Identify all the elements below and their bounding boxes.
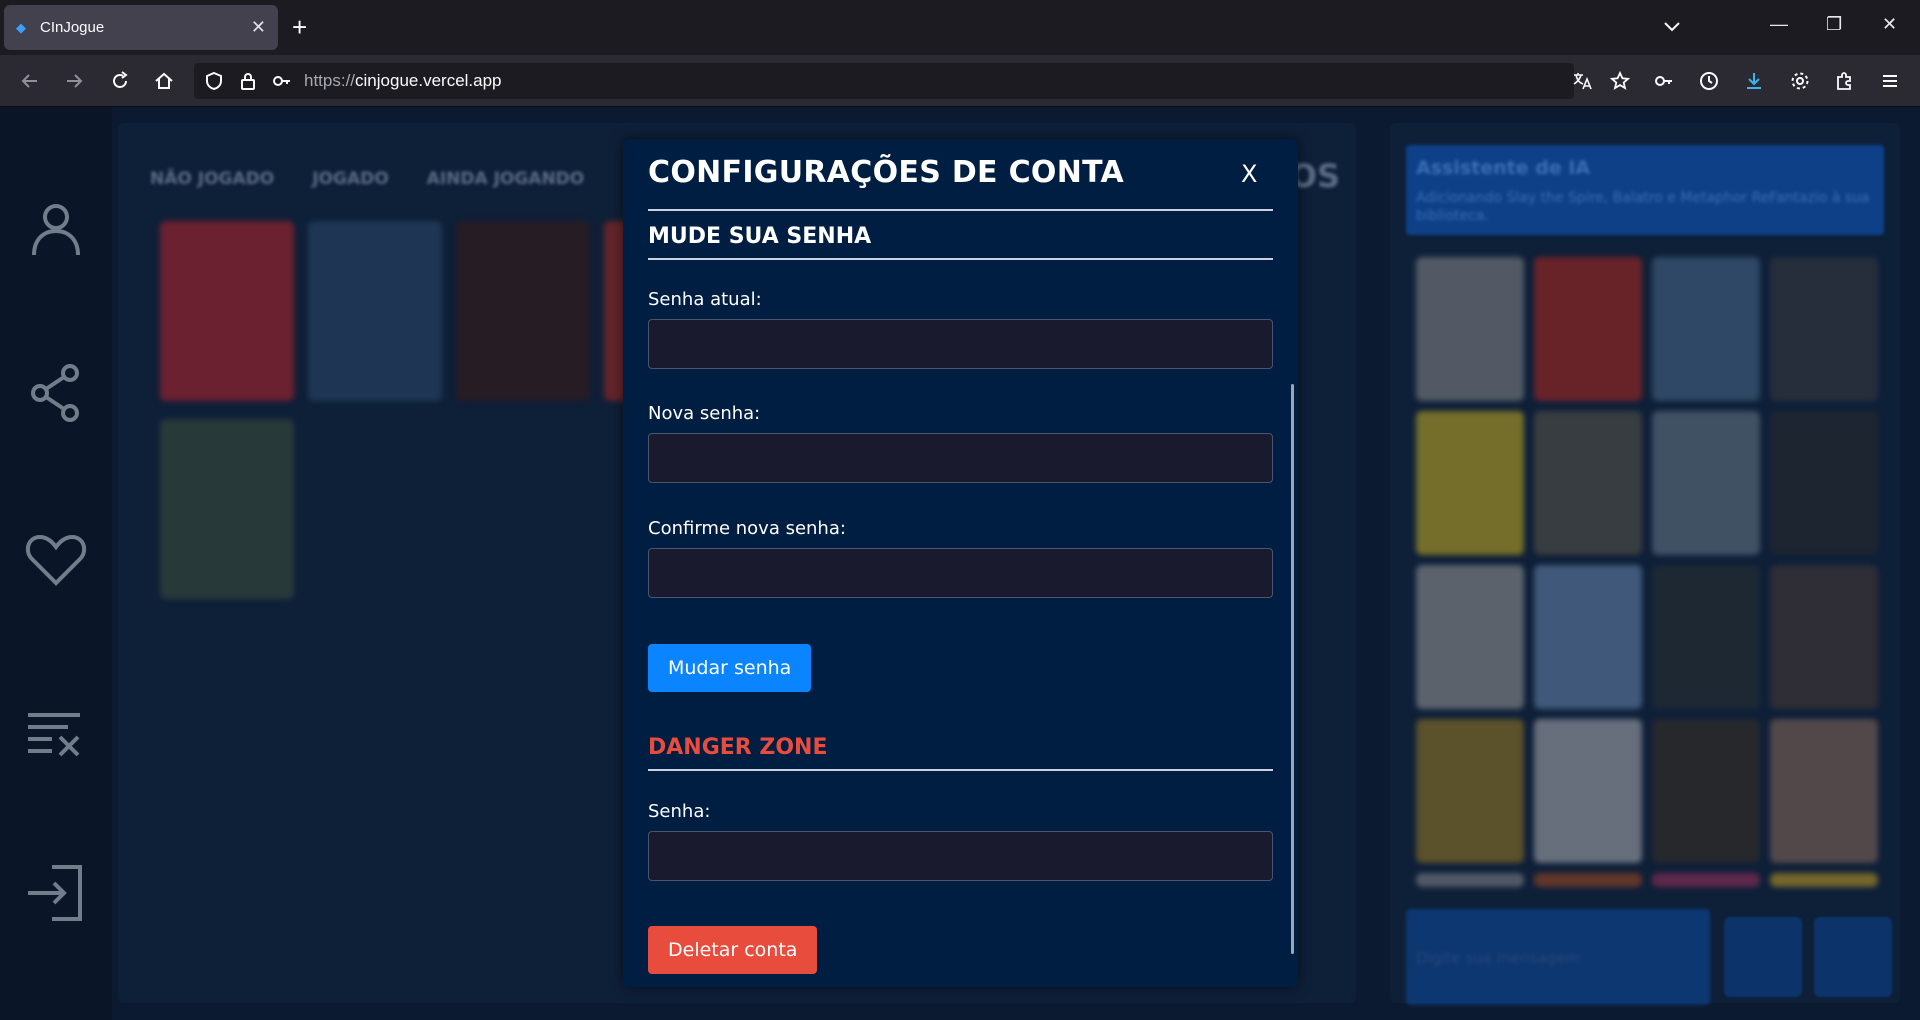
account-settings-modal: CONFIGURAÇÕES DE CONTA X MUDE SUA SENHA …: [623, 139, 1298, 987]
assistant-title: Assistente de IA: [1416, 157, 1591, 179]
restore-window-icon[interactable]: ❐: [1826, 14, 1842, 35]
site-favicon-icon: ◆: [16, 19, 26, 35]
tab-title: CInJogue: [40, 19, 105, 36]
browser-tabbar: ◆ CInJogue ✕ + — ❐ ✕: [0, 0, 1920, 55]
forward-arrow-icon[interactable]: [60, 67, 88, 95]
microphone-button[interactable]: [1814, 917, 1892, 997]
current-password-label: Senha atual:: [648, 289, 762, 310]
clear-list-icon[interactable]: [22, 697, 90, 765]
modal-close-button[interactable]: X: [1241, 160, 1257, 188]
tab-list-chevron-icon[interactable]: [1662, 16, 1682, 36]
user-profile-icon[interactable]: [22, 195, 90, 263]
game-card[interactable]: [160, 419, 294, 599]
game-thumbnail[interactable]: [1770, 719, 1878, 863]
passwords-key-icon[interactable]: [1650, 67, 1678, 95]
game-thumbnail[interactable]: [1770, 257, 1878, 401]
game-thumbnail[interactable]: [1652, 411, 1760, 555]
browser-tab[interactable]: ◆ CInJogue ✕: [4, 5, 278, 50]
current-password-input[interactable]: [648, 319, 1273, 369]
tab-still-playing[interactable]: AINDA JOGANDO: [427, 169, 585, 189]
assistant-message: Adicionando Slay the Spire, Balatro e Me…: [1416, 190, 1870, 224]
change-password-heading: MUDE SUA SENHA: [648, 224, 872, 249]
history-clock-icon[interactable]: [1695, 67, 1723, 95]
game-thumbnail[interactable]: [1534, 257, 1642, 401]
downloads-icon[interactable]: [1740, 67, 1768, 95]
tab-close-icon[interactable]: ✕: [251, 17, 266, 37]
url-text[interactable]: https://cinjogue.vercel.app: [304, 63, 502, 99]
browser-navbar: https://cinjogue.vercel.app: [0, 55, 1920, 107]
send-message-button[interactable]: [1724, 917, 1802, 997]
game-thumbnail[interactable]: [1770, 873, 1878, 887]
game-thumbnail[interactable]: [1652, 257, 1760, 401]
close-window-icon[interactable]: ✕: [1882, 14, 1897, 35]
reload-icon[interactable]: [106, 67, 134, 95]
game-thumbnail[interactable]: [1416, 719, 1524, 863]
game-thumbnail[interactable]: [1534, 719, 1642, 863]
game-card[interactable]: [308, 221, 442, 401]
danger-divider: [648, 769, 1273, 771]
game-thumbnail[interactable]: [1534, 873, 1642, 887]
game-thumbnail[interactable]: [1770, 565, 1878, 709]
game-thumbnail[interactable]: [1652, 565, 1760, 709]
ai-assistant-panel: Assistente de IA Adicionando Slay the Sp…: [1390, 123, 1900, 1005]
game-card[interactable]: [160, 221, 294, 401]
tab-played[interactable]: JOGADO: [312, 169, 388, 189]
danger-zone-heading: DANGER ZONE: [648, 735, 828, 760]
new-password-label: Nova senha:: [648, 403, 761, 424]
game-thumbnail[interactable]: [1652, 873, 1760, 887]
game-thumbnail[interactable]: [1652, 719, 1760, 863]
extensions-puzzle-icon[interactable]: [1830, 67, 1858, 95]
game-thumbnail[interactable]: [1416, 565, 1524, 709]
confirm-password-input[interactable]: [648, 548, 1273, 598]
chat-message-input[interactable]: Digite sua mensagem: [1406, 909, 1710, 1005]
game-card[interactable]: [456, 221, 590, 401]
heart-favorites-icon[interactable]: [22, 525, 90, 593]
change-password-button[interactable]: Mudar senha: [648, 644, 812, 692]
settings-gear-icon[interactable]: [1786, 67, 1814, 95]
game-thumbnail[interactable]: [1416, 411, 1524, 555]
game-thumbnail[interactable]: [1534, 565, 1642, 709]
modal-title: CONFIGURAÇÕES DE CONTA: [648, 155, 1125, 190]
sidebar: [0, 107, 112, 1020]
key-icon[interactable]: [268, 67, 296, 95]
url-bar[interactable]: https://cinjogue.vercel.app: [194, 63, 1631, 99]
new-password-input[interactable]: [648, 433, 1273, 483]
game-thumbnail[interactable]: [1770, 411, 1878, 555]
home-icon[interactable]: [150, 67, 178, 95]
share-icon[interactable]: [22, 359, 90, 427]
game-thumbnail[interactable]: [1534, 411, 1642, 555]
game-thumbnail[interactable]: [1416, 873, 1524, 887]
title-divider: [648, 209, 1273, 211]
confirm-password-label: Confirme nova senha:: [648, 518, 846, 539]
delete-password-label: Senha:: [648, 801, 711, 822]
section-divider: [648, 258, 1273, 260]
bookmark-star-icon[interactable]: [1606, 67, 1634, 95]
delete-account-button[interactable]: Deletar conta: [648, 926, 818, 974]
shield-icon[interactable]: [200, 67, 228, 95]
assistant-header: Assistente de IA Adicionando Slay the Sp…: [1406, 145, 1884, 235]
lock-icon[interactable]: [234, 67, 262, 95]
tab-not-played[interactable]: NÃO JOGADO: [150, 169, 274, 189]
minimize-window-icon[interactable]: —: [1770, 14, 1788, 35]
game-thumbnail[interactable]: [1416, 257, 1524, 401]
library-filter-tabs: NÃO JOGADO JOGADO AINDA JOGANDO: [150, 169, 584, 189]
back-arrow-icon[interactable]: [16, 67, 44, 95]
translate-icon[interactable]: [1568, 67, 1596, 95]
logout-icon[interactable]: [22, 859, 90, 927]
delete-password-input[interactable]: [648, 831, 1273, 881]
app-menu-icon[interactable]: [1876, 67, 1904, 95]
new-tab-button[interactable]: +: [292, 13, 307, 41]
modal-scrollbar[interactable]: [1291, 384, 1294, 954]
